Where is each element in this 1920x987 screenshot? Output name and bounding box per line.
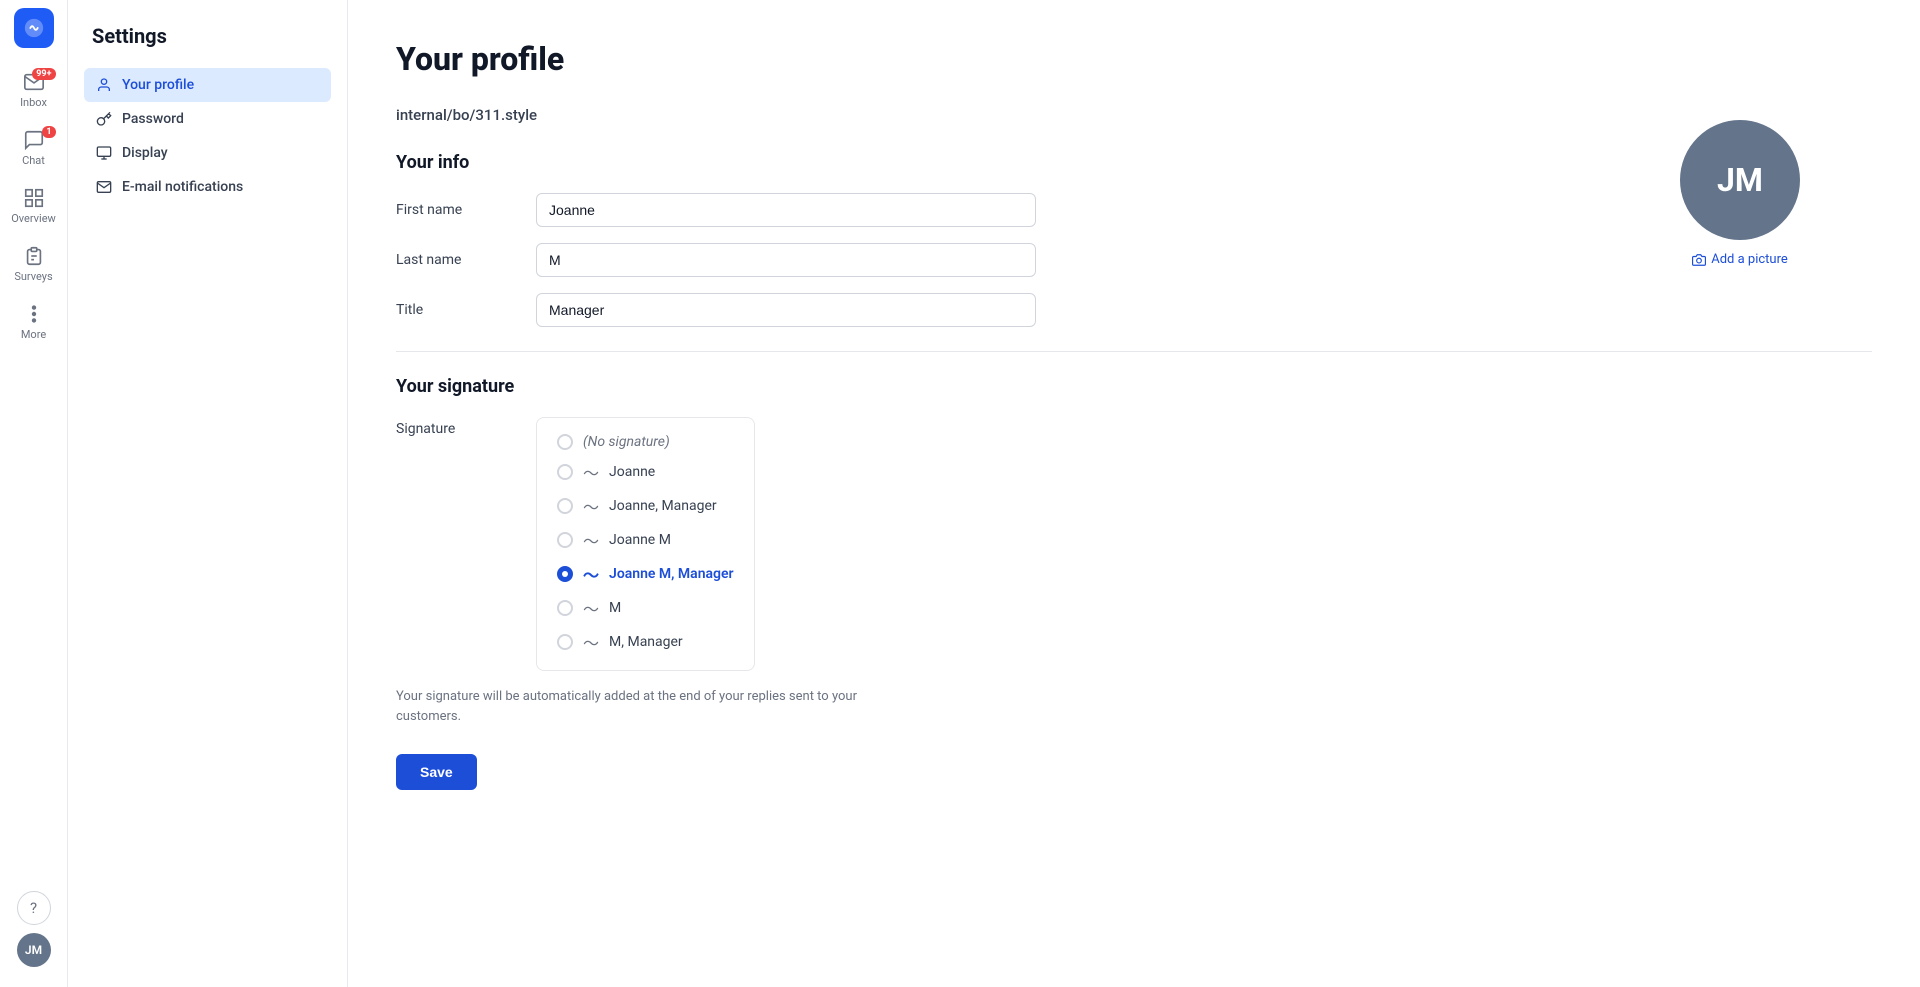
nav-chat-label: Chat — [22, 154, 45, 167]
sidebar-item-email-notifications[interactable]: E-mail notifications — [84, 170, 331, 204]
sig-joanne-manager-label: Joanne, Manager — [609, 498, 717, 514]
title-row: Title — [396, 293, 1872, 327]
sig-option-joanne[interactable]: 〜 Joanne — [557, 460, 734, 484]
sig-radio-joanne[interactable] — [557, 464, 573, 480]
first-name-input[interactable] — [536, 193, 1036, 227]
add-picture-label: Add a picture — [1711, 252, 1788, 267]
sig-option-none[interactable]: (No signature) — [557, 434, 734, 450]
sig-radio-m[interactable] — [557, 600, 573, 616]
nav-inbox-label: Inbox — [20, 96, 47, 109]
your-signature-heading: Your signature — [396, 376, 1872, 397]
main-content: Your profile internal/bo/311.style Your … — [348, 0, 1920, 987]
settings-sidebar: Settings Your profile Password Display E… — [68, 0, 348, 987]
app-logo — [14, 8, 54, 48]
sidebar-title: Settings — [84, 24, 331, 48]
last-name-row: Last name — [396, 243, 1872, 277]
user-avatar-button[interactable]: JM — [17, 933, 51, 967]
sig-radio-none[interactable] — [557, 434, 573, 450]
inbox-badge: 99+ — [32, 68, 55, 80]
sig-wave-icon-3: 〜 — [583, 528, 599, 552]
sig-radio-joanne-manager[interactable] — [557, 498, 573, 514]
sidebar-item-your-profile-label: Your profile — [122, 77, 194, 93]
sig-radio-m-manager[interactable] — [557, 634, 573, 650]
sig-option-m-manager[interactable]: 〜 M, Manager — [557, 630, 734, 654]
profile-avatar: JM — [1680, 120, 1800, 240]
nav-more-label: More — [21, 328, 46, 341]
last-name-input[interactable] — [536, 243, 1036, 277]
sig-none-label: (No signature) — [583, 434, 670, 450]
sidebar-item-email-label: E-mail notifications — [122, 179, 243, 195]
signature-row: Signature (No signature) 〜 Joanne 〜 Joan… — [396, 417, 1872, 671]
sidebar-item-password-label: Password — [122, 111, 184, 127]
nav-overview-label: Overview — [11, 212, 56, 225]
profile-avatar-area: JM Add a picture — [1680, 120, 1800, 267]
title-input[interactable] — [536, 293, 1036, 327]
sig-radio-joanne-m[interactable] — [557, 532, 573, 548]
sig-wave-icon-2: 〜 — [583, 494, 599, 518]
section-divider — [396, 351, 1872, 352]
first-name-row: First name — [396, 193, 1872, 227]
sig-m-label: M — [609, 600, 621, 616]
sig-m-manager-label: M, Manager — [609, 634, 683, 650]
nav-surveys[interactable]: Surveys — [4, 236, 64, 292]
add-picture-button[interactable]: Add a picture — [1692, 252, 1788, 267]
signature-label: Signature — [396, 417, 536, 437]
sig-option-joanne-manager[interactable]: 〜 Joanne, Manager — [557, 494, 734, 518]
avatar-initials: JM — [1717, 161, 1763, 199]
nav-inbox[interactable]: 99+ Inbox — [4, 62, 64, 118]
profile-url: internal/bo/311.style — [396, 106, 1872, 124]
sidebar-item-your-profile[interactable]: Your profile — [84, 68, 331, 102]
sidebar-item-display[interactable]: Display — [84, 136, 331, 170]
sig-option-m[interactable]: 〜 M — [557, 596, 734, 620]
icon-bar: 99+ Inbox 1 Chat Overview Surveys More ?… — [0, 0, 68, 987]
nav-overview[interactable]: Overview — [4, 178, 64, 234]
sig-wave-icon: 〜 — [583, 460, 599, 484]
sig-wave-icon-6: 〜 — [583, 630, 599, 654]
sig-option-joanne-m-manager[interactable]: 〜 Joanne M, Manager — [557, 562, 734, 586]
help-button[interactable]: ? — [17, 891, 51, 925]
sig-wave-icon-5: 〜 — [583, 596, 599, 620]
your-info-heading: Your info — [396, 152, 1872, 173]
page-title: Your profile — [396, 40, 1872, 78]
sig-radio-joanne-m-manager[interactable] — [557, 566, 573, 582]
sig-joanne-m-manager-label: Joanne M, Manager — [609, 566, 734, 582]
last-name-label: Last name — [396, 252, 536, 268]
title-label: Title — [396, 302, 536, 318]
sig-joanne-m-label: Joanne M — [609, 532, 671, 548]
nav-more[interactable]: More — [4, 294, 64, 350]
sig-option-joanne-m[interactable]: 〜 Joanne M — [557, 528, 734, 552]
sig-wave-icon-4: 〜 — [583, 562, 599, 586]
save-button[interactable]: Save — [396, 754, 477, 790]
nav-chat[interactable]: 1 Chat — [4, 120, 64, 176]
signature-options-box: (No signature) 〜 Joanne 〜 Joanne, Manage… — [536, 417, 755, 671]
sig-joanne-label: Joanne — [609, 464, 655, 480]
sidebar-item-display-label: Display — [122, 145, 168, 161]
signature-hint: Your signature will be automatically add… — [396, 687, 906, 726]
first-name-label: First name — [396, 202, 536, 218]
chat-badge: 1 — [42, 126, 55, 138]
sidebar-item-password[interactable]: Password — [84, 102, 331, 136]
nav-surveys-label: Surveys — [14, 270, 52, 283]
